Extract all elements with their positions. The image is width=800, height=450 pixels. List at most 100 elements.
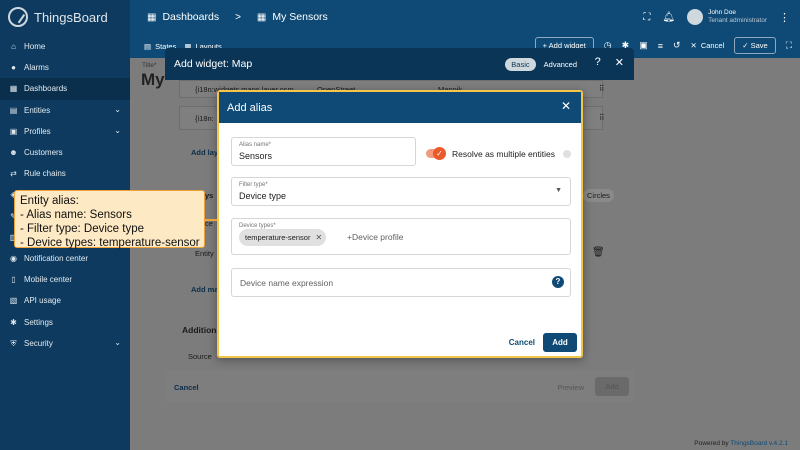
sidebar-item-label: Mobile center (24, 275, 73, 285)
sidebar-item-settings[interactable]: ✱ Settings (0, 311, 130, 332)
sidebar-item-security[interactable]: ⛨ Security ⌄ (0, 333, 130, 354)
add-layer-button[interactable]: Add lay (191, 148, 218, 157)
cancel-label: Cancel (700, 41, 725, 50)
top-right-controls: ⛶ 🔔︎ John Doe Tenant administrator ⋮ (643, 0, 790, 34)
callout-connector (205, 219, 217, 221)
drag-handle-icon[interactable]: ⠿ (599, 113, 605, 122)
sidebar-item-mobile-center[interactable]: ▯ Mobile center (0, 269, 130, 290)
logo[interactable]: ThingsBoard (0, 0, 130, 34)
check-icon: ✓ (742, 41, 749, 50)
powered-brand[interactable]: ThingsBoard v.4.2.1 (730, 440, 788, 447)
save-button[interactable]: ✓ Save (734, 37, 776, 54)
rule-chain-icon: ⇄ (10, 169, 17, 179)
dropdown-arrow-icon: ▼ (555, 187, 562, 194)
callout-line: Entity alias: (20, 195, 79, 207)
sidebar-item-label: Settings (24, 317, 53, 327)
more-vert-icon[interactable]: ⋮ (779, 11, 790, 24)
close-icon[interactable]: ✕ (615, 56, 624, 69)
drag-handle-icon[interactable]: ⠿ (599, 84, 605, 93)
device-types-field[interactable]: Device types* temperature-sensor ✕ +Devi… (231, 218, 571, 255)
callout-line: - Alias name: Sensors (20, 209, 132, 221)
sidebar-item-profiles[interactable]: ▣ Profiles ⌄ (0, 121, 130, 142)
breadcrumb-separator-icon: > (235, 11, 241, 23)
circles-tab[interactable]: Circles (583, 189, 614, 202)
notifications-bell-icon[interactable]: 🔔︎ (662, 12, 675, 23)
help-icon[interactable]: ? (595, 56, 601, 69)
sidebar-item-alarms[interactable]: ● Alarms (0, 57, 130, 78)
bell-icon: ● (11, 63, 16, 73)
close-icon: ✕ (690, 41, 697, 50)
sidebar-item-rule-chains[interactable]: ⇄ Rule chains (0, 163, 130, 184)
layout-icon[interactable]: ▣ (639, 40, 648, 51)
device-name-expression-placeholder: Device name expression (240, 278, 334, 288)
sidebar-item-label: API usage (24, 296, 61, 306)
widget-cancel-button[interactable]: Cancel (174, 383, 199, 392)
mode-basic-button[interactable]: Basic (505, 58, 536, 71)
widget-add-button[interactable]: Add (595, 377, 629, 396)
mode-advanced-button[interactable]: Advanced (544, 60, 577, 69)
alias-name-field[interactable]: Alias name* Sensors (231, 137, 416, 166)
add-alias-header: Add alias ✕ (219, 92, 581, 123)
add-widget-footer: Cancel Preview Add (165, 370, 634, 402)
help-icon[interactable]: ? (552, 276, 564, 288)
section-keys-label: ys (205, 191, 214, 200)
add-widget-header: Add widget: Map Basic Advanced ? ✕ (165, 48, 634, 80)
sidebar-item-home[interactable]: ⌂ Home (0, 36, 130, 57)
filter-type-select[interactable]: Filter type* Device type ▼ (231, 177, 571, 206)
settings-icon: ✱ (10, 317, 17, 327)
avatar (687, 9, 704, 25)
breadcrumb-dashboards[interactable]: Dashboards (162, 11, 219, 23)
widget-preview-button[interactable]: Preview (557, 383, 584, 392)
states-icon: ▤ (144, 41, 152, 51)
fullscreen-icon[interactable]: ⛶ (786, 40, 792, 51)
close-icon[interactable]: ✕ (561, 99, 571, 113)
filter-type-value: Device type (239, 191, 287, 201)
chip-remove-icon[interactable]: ✕ (315, 233, 322, 242)
info-dot-icon (563, 150, 571, 158)
alias-name-label: Alias name* (239, 142, 272, 148)
device-type-chip: temperature-sensor ✕ (239, 229, 327, 246)
chevron-down-icon: ⌄ (114, 125, 121, 135)
resolve-multiple-label: Resolve as multiple entities (452, 149, 555, 159)
callout-line: - Filter type: Device type (20, 223, 144, 235)
add-map-item-button[interactable]: Add ma (191, 285, 219, 294)
chevron-down-icon: ⌄ (114, 104, 121, 114)
history-icon[interactable]: ↺ (673, 40, 681, 51)
source-label: Source (188, 352, 212, 361)
filter-icon[interactable]: ≡ (658, 41, 663, 51)
sidebar-item-entities[interactable]: ▤ Entities ⌄ (0, 100, 130, 121)
profiles-icon: ▣ (9, 126, 18, 136)
fullscreen-icon[interactable]: ⛶ (643, 12, 650, 23)
mobile-icon: ▯ (11, 275, 16, 285)
notification-icon: ◉ (10, 253, 17, 263)
sidebar-item-api-usage[interactable]: ▧ API usage (0, 290, 130, 311)
resolve-multiple-toggle[interactable]: ✓ (426, 147, 446, 160)
sidebar-item-dashboards[interactable]: ▦ Dashboards (0, 78, 130, 100)
cancel-button[interactable]: ✕ Cancel (691, 41, 725, 50)
thingsboard-logo-icon (8, 7, 28, 27)
powered-prefix: Powered by (694, 440, 731, 447)
sidebar-item-label: Alarms (24, 63, 49, 73)
alias-name-value: Sensors (239, 151, 273, 161)
device-name-expression-field[interactable]: Device name expression ? (231, 268, 571, 297)
device-profile-input[interactable]: +Device profile (347, 232, 403, 242)
check-icon: ✓ (433, 147, 446, 160)
sidebar-item-label: Profiles (24, 126, 51, 136)
alias-add-button[interactable]: Add (543, 333, 577, 352)
user-name: John Doe (708, 9, 736, 16)
sidebar-item-label: Entities (24, 105, 51, 115)
add-widget-title: Add widget: Map (174, 58, 253, 70)
delete-icon[interactable]: 🗑︎ (592, 247, 605, 258)
sidebar-item-customers[interactable]: ☻ Customers (0, 142, 130, 163)
home-icon: ⌂ (11, 42, 16, 52)
dashboard-icon: ▦ (9, 84, 18, 94)
filter-type-label: Filter type* (239, 182, 268, 188)
user-menu[interactable]: John Doe Tenant administrator (687, 9, 767, 25)
sidebar-item-label: Rule chains (24, 169, 66, 179)
callout-line: - Device types: temperature-sensor (20, 237, 200, 249)
entity-label: Entity (195, 249, 214, 258)
alias-cancel-button[interactable]: Cancel (509, 338, 535, 347)
sidebar-item-notification-center[interactable]: ◉ Notification center (0, 248, 130, 269)
widget-header-icons: ? ✕ (595, 56, 624, 69)
add-alias-title: Add alias (227, 101, 273, 114)
